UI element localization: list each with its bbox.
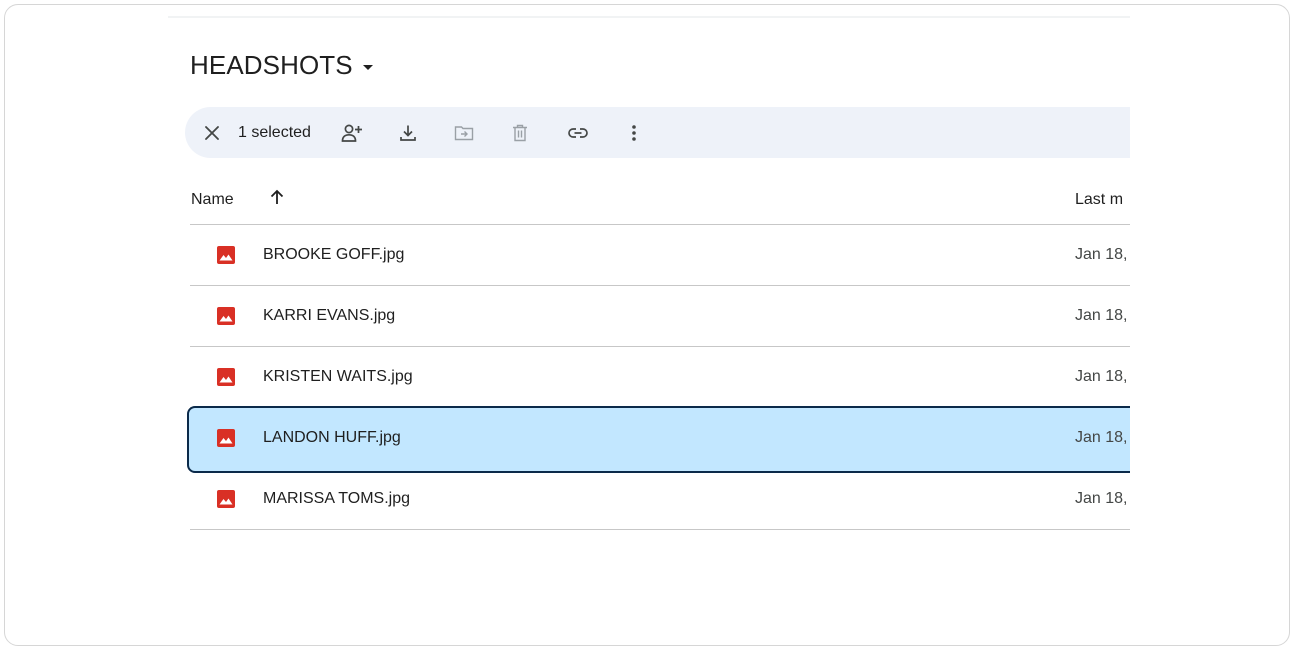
close-icon[interactable]	[201, 122, 223, 144]
more-vert-icon[interactable]	[623, 122, 645, 144]
image-file-icon	[217, 368, 235, 386]
name-column-header[interactable]: Name	[191, 191, 234, 209]
drive-file-list-panel: HEADSHOTS 1 selected Name Last m BROOKE …	[168, 18, 1130, 622]
download-icon[interactable]	[397, 122, 419, 144]
arrow-up-icon[interactable]	[270, 189, 284, 210]
file-date: Jan 18,	[1075, 307, 1128, 324]
file-name: BROOKE GOFF.jpg	[263, 246, 405, 263]
dropdown-caret-icon	[362, 64, 373, 70]
link-icon[interactable]	[567, 122, 589, 144]
last-modified-column-header[interactable]: Last m	[1075, 191, 1123, 209]
file-date: Jan 18,	[1075, 246, 1128, 263]
file-row[interactable]: KRISTEN WAITS.jpg Jan 18,	[190, 347, 1130, 408]
file-row[interactable]: BROOKE GOFF.jpg Jan 18,	[190, 225, 1130, 286]
trash-icon[interactable]	[509, 122, 531, 144]
file-name: LANDON HUFF.jpg	[263, 429, 401, 446]
file-list: BROOKE GOFF.jpg Jan 18, KARRI EVANS.jpg …	[187, 225, 1130, 530]
file-date: Jan 18,	[1075, 368, 1128, 385]
selection-toolbar: 1 selected	[185, 107, 1130, 158]
folder-title-dropdown[interactable]: HEADSHOTS	[190, 50, 373, 81]
image-file-icon	[217, 307, 235, 325]
file-name: MARISSA TOMS.jpg	[263, 490, 411, 507]
image-file-icon	[217, 490, 235, 508]
file-date: Jan 18,	[1075, 490, 1128, 507]
column-header: Name Last m	[190, 178, 1130, 225]
image-file-icon	[217, 429, 235, 447]
file-row[interactable]: LANDON HUFF.jpg Jan 18,	[187, 406, 1130, 473]
move-icon[interactable]	[453, 122, 475, 144]
file-name: KRISTEN WAITS.jpg	[263, 368, 413, 385]
folder-title: HEADSHOTS	[190, 50, 353, 80]
file-row[interactable]: MARISSA TOMS.jpg Jan 18,	[190, 469, 1130, 530]
file-date: Jan 18,	[1075, 429, 1128, 446]
image-file-icon	[217, 246, 235, 264]
file-name: KARRI EVANS.jpg	[263, 307, 396, 324]
share-icon[interactable]	[341, 122, 363, 144]
file-row[interactable]: KARRI EVANS.jpg Jan 18,	[190, 286, 1130, 347]
selected-count: 1 selected	[238, 123, 311, 141]
